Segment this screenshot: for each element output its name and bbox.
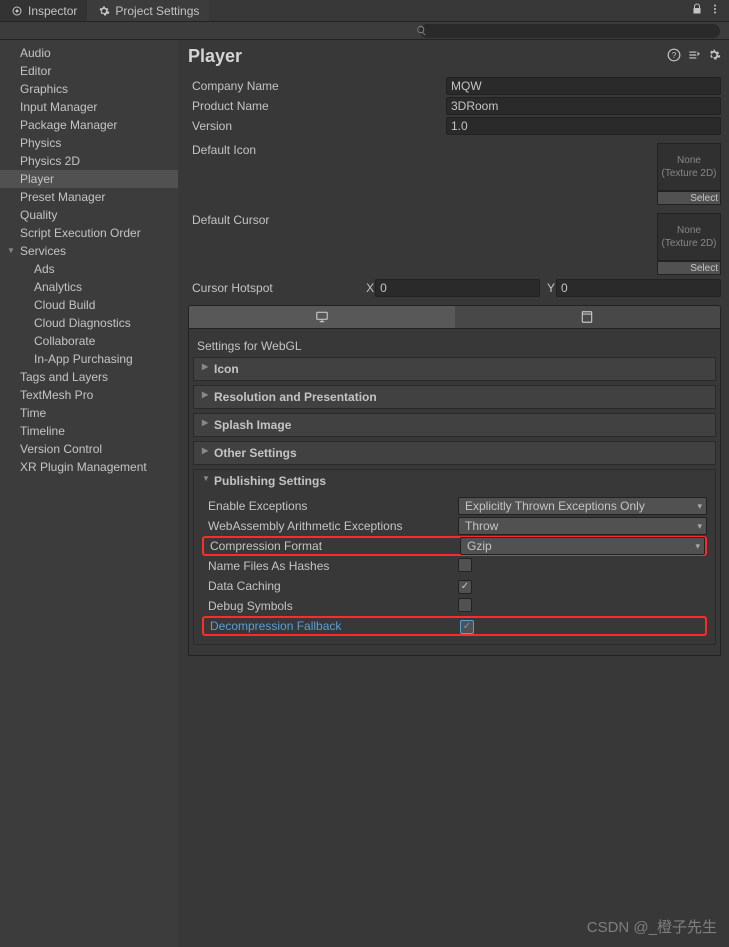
decompression-row-highlight: Decompression Fallback bbox=[202, 616, 707, 636]
enable-exceptions-dropdown[interactable]: Explicitly Thrown Exceptions Only bbox=[458, 497, 707, 515]
compression-row-highlight: Compression Format Gzip bbox=[202, 536, 707, 556]
version-label: Version bbox=[188, 119, 446, 133]
lock-icon[interactable] bbox=[691, 3, 703, 18]
sidebar-item-cloud-build[interactable]: Cloud Build bbox=[0, 296, 178, 314]
search-input[interactable] bbox=[420, 24, 720, 38]
content-pane: Player ? Company Name Product Name Versi… bbox=[178, 40, 729, 947]
platform-tabs bbox=[188, 305, 721, 329]
search-icon bbox=[416, 25, 427, 39]
sidebar-item-collaborate[interactable]: Collaborate bbox=[0, 332, 178, 350]
webgl-icon bbox=[580, 310, 594, 324]
sidebar-item-physics-2d[interactable]: Physics 2D bbox=[0, 152, 178, 170]
tab-project-settings[interactable]: Project Settings bbox=[87, 0, 209, 21]
sidebar-item-script-execution[interactable]: Script Execution Order bbox=[0, 224, 178, 242]
svg-text:?: ? bbox=[672, 51, 677, 60]
sidebar-item-tags-layers[interactable]: Tags and Layers bbox=[0, 368, 178, 386]
gear-icon[interactable] bbox=[707, 48, 721, 65]
decompression-checkbox[interactable] bbox=[460, 620, 474, 634]
platform-tab-standalone[interactable] bbox=[189, 306, 455, 328]
menu-icon[interactable] bbox=[709, 3, 721, 18]
data-caching-checkbox[interactable] bbox=[458, 580, 472, 594]
wasm-dropdown[interactable]: Throw bbox=[458, 517, 707, 535]
foldout-other-header[interactable]: Other Settings bbox=[194, 442, 715, 464]
name-files-checkbox[interactable] bbox=[458, 558, 472, 572]
cursor-x-input[interactable] bbox=[375, 279, 540, 297]
platform-settings: Settings for WebGL Icon Resolution and P… bbox=[188, 329, 721, 656]
sidebar-item-package-manager[interactable]: Package Manager bbox=[0, 116, 178, 134]
default-icon-well[interactable]: None (Texture 2D) bbox=[657, 143, 721, 191]
debug-symbols-checkbox[interactable] bbox=[458, 598, 472, 612]
sidebar-item-player[interactable]: Player bbox=[0, 170, 178, 188]
foldout-publishing: Publishing Settings Enable Exceptions Ex… bbox=[193, 469, 716, 645]
foldout-icon-header[interactable]: Icon bbox=[194, 358, 715, 380]
sidebar-item-textmesh[interactable]: TextMesh Pro bbox=[0, 386, 178, 404]
company-name-input[interactable] bbox=[446, 77, 721, 95]
compression-dropdown[interactable]: Gzip bbox=[460, 537, 705, 555]
sidebar-item-editor[interactable]: Editor bbox=[0, 62, 178, 80]
product-name-input[interactable] bbox=[446, 97, 721, 115]
compression-label: Compression Format bbox=[204, 539, 460, 553]
foldout-other: Other Settings bbox=[193, 441, 716, 465]
foldout-resolution: Resolution and Presentation bbox=[193, 385, 716, 409]
tab-bar: Inspector Project Settings bbox=[0, 0, 729, 22]
search-bar bbox=[0, 22, 729, 40]
wasm-label: WebAssembly Arithmetic Exceptions bbox=[202, 519, 458, 533]
decompression-label: Decompression Fallback bbox=[204, 619, 460, 633]
sidebar-item-quality[interactable]: Quality bbox=[0, 206, 178, 224]
settings-for-label: Settings for WebGL bbox=[189, 335, 720, 357]
sidebar-item-version-control[interactable]: Version Control bbox=[0, 440, 178, 458]
foldout-icon: Icon bbox=[193, 357, 716, 381]
gear-icon bbox=[97, 4, 111, 18]
foldout-publishing-header[interactable]: Publishing Settings bbox=[194, 470, 715, 492]
default-cursor-well[interactable]: None (Texture 2D) bbox=[657, 213, 721, 261]
sidebar-item-time[interactable]: Time bbox=[0, 404, 178, 422]
inspector-icon bbox=[10, 4, 24, 18]
sidebar-item-cloud-diagnostics[interactable]: Cloud Diagnostics bbox=[0, 314, 178, 332]
default-cursor-select[interactable]: Select bbox=[657, 261, 721, 275]
x-label: X bbox=[365, 281, 375, 295]
sidebar-item-services[interactable]: Services bbox=[0, 242, 178, 260]
data-caching-label: Data Caching bbox=[202, 579, 458, 593]
default-icon-select[interactable]: Select bbox=[657, 191, 721, 205]
sidebar-item-xr[interactable]: XR Plugin Management bbox=[0, 458, 178, 476]
settings-sidebar: Audio Editor Graphics Input Manager Pack… bbox=[0, 40, 178, 947]
version-input[interactable] bbox=[446, 117, 721, 135]
name-files-label: Name Files As Hashes bbox=[202, 559, 458, 573]
default-icon-label: Default Icon bbox=[188, 143, 446, 205]
default-cursor-label: Default Cursor bbox=[188, 213, 446, 275]
debug-symbols-label: Debug Symbols bbox=[202, 599, 458, 613]
monitor-icon bbox=[314, 310, 330, 324]
enable-exceptions-label: Enable Exceptions bbox=[202, 499, 458, 513]
cursor-hotspot-label: Cursor Hotspot bbox=[188, 281, 365, 295]
sidebar-item-iap[interactable]: In-App Purchasing bbox=[0, 350, 178, 368]
foldout-splash-header[interactable]: Splash Image bbox=[194, 414, 715, 436]
sidebar-item-physics[interactable]: Physics bbox=[0, 134, 178, 152]
foldout-splash: Splash Image bbox=[193, 413, 716, 437]
preset-icon[interactable] bbox=[687, 48, 701, 65]
sidebar-item-preset-manager[interactable]: Preset Manager bbox=[0, 188, 178, 206]
sidebar-item-input-manager[interactable]: Input Manager bbox=[0, 98, 178, 116]
platform-tab-webgl[interactable] bbox=[455, 306, 721, 328]
watermark: CSDN @_橙子先生 bbox=[587, 916, 717, 937]
sidebar-item-timeline[interactable]: Timeline bbox=[0, 422, 178, 440]
sidebar-item-ads[interactable]: Ads bbox=[0, 260, 178, 278]
tab-label: Project Settings bbox=[115, 4, 199, 18]
sidebar-item-analytics[interactable]: Analytics bbox=[0, 278, 178, 296]
tab-label: Inspector bbox=[28, 4, 77, 18]
sidebar-item-graphics[interactable]: Graphics bbox=[0, 80, 178, 98]
sidebar-item-audio[interactable]: Audio bbox=[0, 44, 178, 62]
page-title: Player bbox=[188, 46, 667, 67]
help-icon[interactable]: ? bbox=[667, 48, 681, 65]
company-name-label: Company Name bbox=[188, 79, 446, 93]
tab-bar-actions bbox=[691, 3, 729, 18]
tab-inspector[interactable]: Inspector bbox=[0, 0, 87, 21]
cursor-y-input[interactable] bbox=[556, 279, 721, 297]
foldout-resolution-header[interactable]: Resolution and Presentation bbox=[194, 386, 715, 408]
y-label: Y bbox=[546, 281, 556, 295]
product-name-label: Product Name bbox=[188, 99, 446, 113]
